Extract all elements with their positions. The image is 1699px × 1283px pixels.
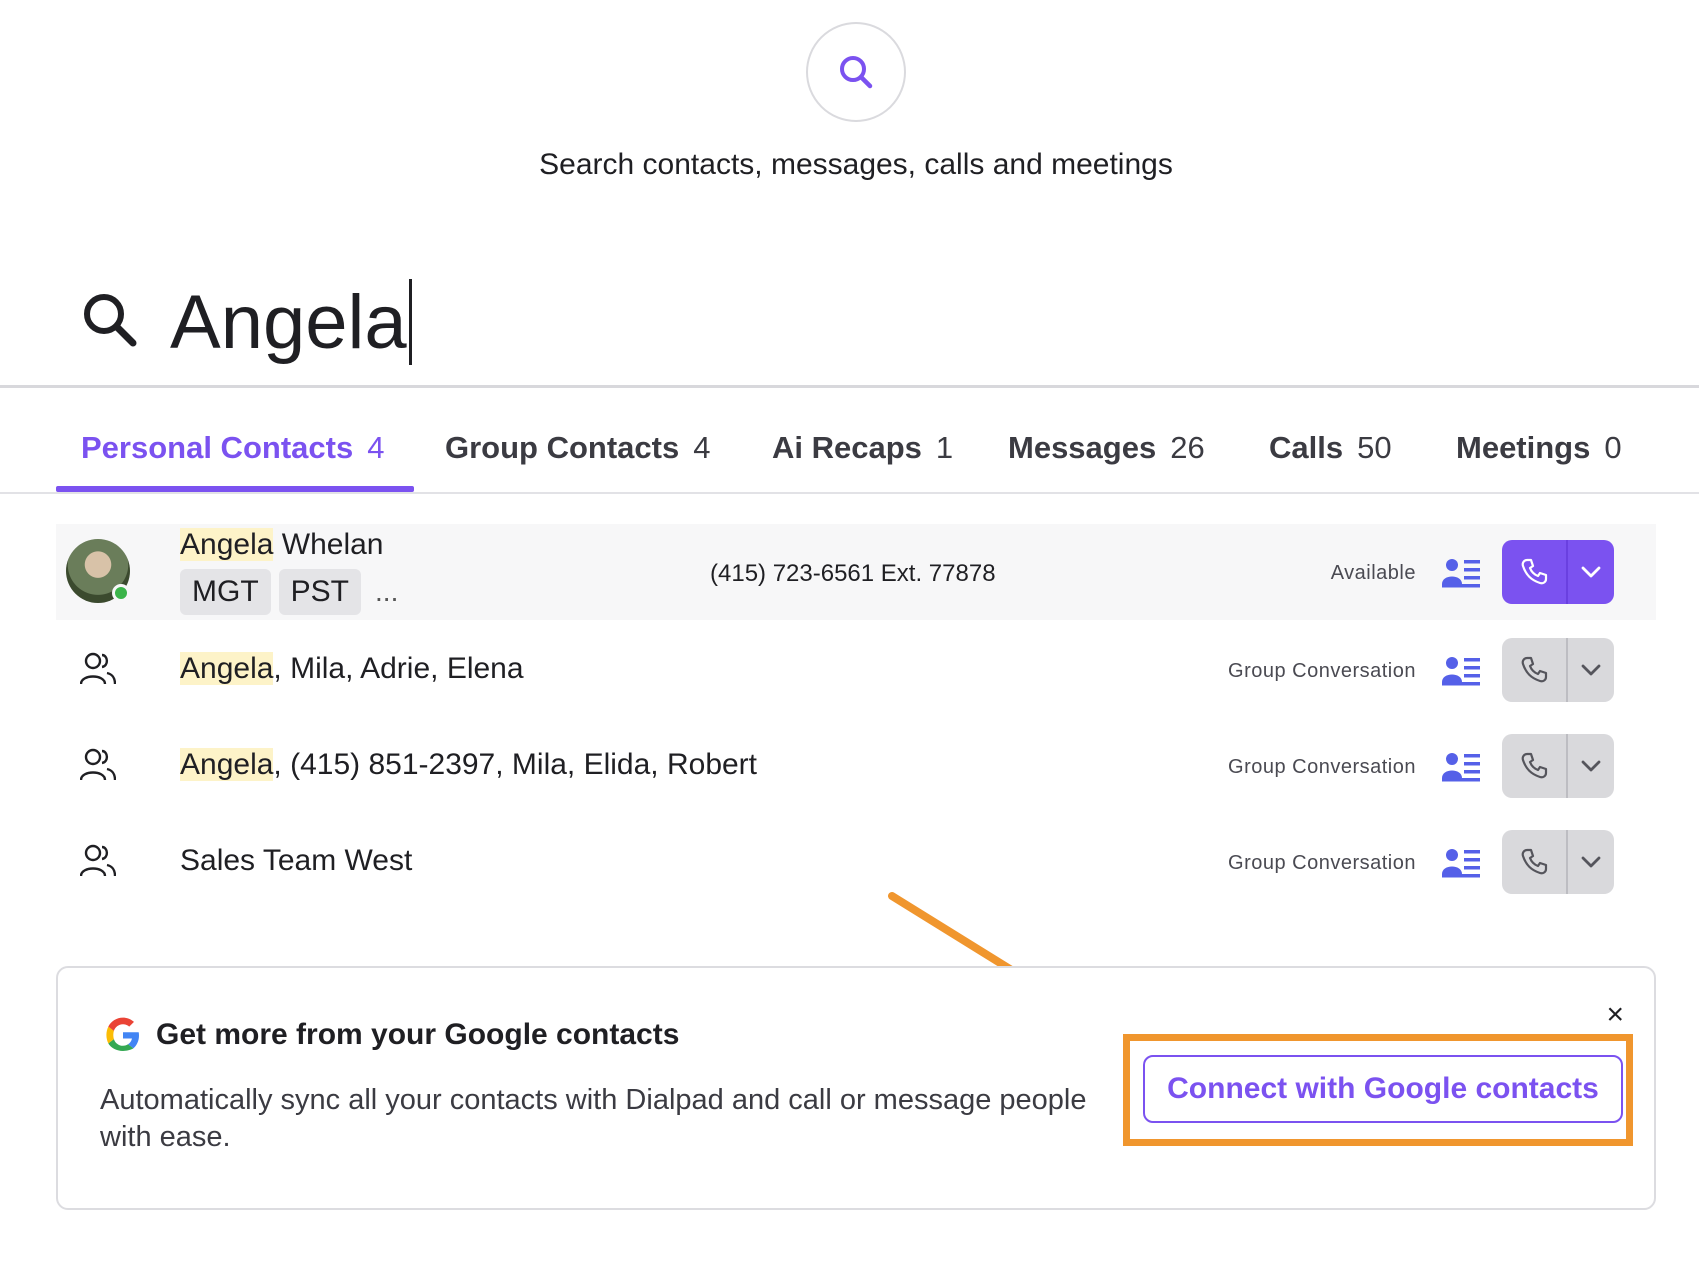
status-label: Group Conversation <box>1228 852 1416 874</box>
call-button[interactable] <box>1502 734 1566 798</box>
group-name: Angela, Mila, Adrie, Elena <box>180 652 524 686</box>
tab-count: 1 <box>935 430 954 465</box>
contact-row[interactable]: Angela Whelan MGT PST ... (415) 723-6561… <box>56 524 1656 620</box>
group-name: Sales Team West <box>180 844 412 878</box>
search-input[interactable]: Angela <box>170 272 1070 372</box>
tag-badge: PST <box>278 569 362 615</box>
tab-label: Messages <box>1008 430 1157 465</box>
contact-card-icon[interactable] <box>1442 654 1482 691</box>
group-icon <box>79 652 117 691</box>
tab-count: 4 <box>367 430 385 465</box>
tab-messages[interactable]: Messages 26 <box>1008 430 1205 466</box>
banner-description: Automatically sync all your contacts wit… <box>100 1084 1087 1153</box>
presence-available-dot <box>112 584 130 602</box>
close-icon[interactable]: × <box>1606 1000 1624 1030</box>
contact-name: Angela Whelan <box>180 528 383 562</box>
tab-count: 50 <box>1357 430 1392 465</box>
google-logo-icon <box>104 1016 142 1059</box>
search-input-value: Angela <box>170 279 407 365</box>
tab-group-contacts[interactable]: Group Contacts 4 <box>445 430 710 466</box>
status-label: Available <box>1330 562 1416 584</box>
contact-card-icon[interactable] <box>1442 556 1482 593</box>
group-icon <box>79 748 117 787</box>
tab-label: Calls <box>1269 430 1344 465</box>
connect-google-contacts-button[interactable]: Connect with Google contacts <box>1143 1055 1623 1123</box>
call-button[interactable] <box>1502 540 1566 604</box>
tab-count: 0 <box>1604 430 1622 465</box>
call-button-group <box>1502 830 1614 894</box>
call-button[interactable] <box>1502 830 1566 894</box>
phone-icon <box>1521 558 1548 585</box>
hero-subtitle: Search contacts, messages, calls and mee… <box>539 148 1173 181</box>
call-options-button[interactable] <box>1568 638 1614 702</box>
status-label: Group Conversation <box>1228 660 1416 682</box>
call-options-button[interactable] <box>1568 830 1614 894</box>
group-row[interactable]: Angela, Mila, Adrie, Elena Group Convers… <box>56 622 1656 718</box>
group-row[interactable]: Sales Team West Group Conversation <box>56 814 1656 910</box>
banner-title: Get more from your Google contacts <box>156 1018 680 1051</box>
tag-badge: MGT <box>180 569 271 615</box>
tab-label: Ai Recaps <box>772 430 922 465</box>
call-button-group <box>1502 734 1614 798</box>
match-highlight: Angela <box>180 652 274 685</box>
group-row[interactable]: Angela, (415) 851-2397, Mila, Elida, Rob… <box>56 718 1656 814</box>
tab-count: 26 <box>1170 430 1205 465</box>
status-label: Group Conversation <box>1228 756 1416 778</box>
call-options-button[interactable] <box>1568 734 1614 798</box>
group-name: Angela, (415) 851-2397, Mila, Elida, Rob… <box>180 748 757 782</box>
tab-count: 4 <box>693 430 711 465</box>
call-button-group <box>1502 540 1614 604</box>
tab-label: Group Contacts <box>445 430 680 465</box>
name-rest: Whelan <box>273 528 384 561</box>
phone-icon <box>1521 848 1548 875</box>
result-tabs: Personal Contacts 4 Group Contacts 4 Ai Re… <box>0 388 1699 494</box>
annotation-highlight-box: Connect with Google contacts <box>1123 1034 1633 1146</box>
tab-label: Personal Contacts <box>81 430 354 465</box>
contact-tags: MGT PST ... <box>180 569 398 615</box>
call-options-button[interactable] <box>1568 540 1614 604</box>
google-contacts-banner: Get more from your Google contacts Autom… <box>56 966 1656 1210</box>
name-rest: , Mila, Adrie, Elena <box>273 652 524 685</box>
search-icon <box>80 290 138 353</box>
contact-card-icon[interactable] <box>1442 846 1482 883</box>
chevron-down-icon <box>1581 566 1601 578</box>
phone-icon <box>1521 752 1548 779</box>
tab-calls[interactable]: Calls 50 <box>1269 430 1392 466</box>
active-tab-indicator <box>56 486 414 492</box>
chevron-down-icon <box>1581 664 1601 676</box>
tab-label: Meetings <box>1456 430 1591 465</box>
group-icon <box>79 844 117 883</box>
match-highlight: Angela <box>180 528 274 561</box>
tab-meetings[interactable]: Meetings 0 <box>1456 430 1622 466</box>
name-rest: , (415) 851-2397, Mila, Elida, Robert <box>273 748 758 781</box>
search-bar: Angela <box>0 260 1699 388</box>
tab-ai-recaps[interactable]: Ai Recaps 1 <box>772 430 953 466</box>
call-button-group <box>1502 638 1614 702</box>
tab-personal-contacts[interactable]: Personal Contacts 4 <box>81 430 384 466</box>
search-icon <box>840 56 873 89</box>
contact-card-icon[interactable] <box>1442 750 1482 787</box>
chevron-down-icon <box>1581 856 1601 868</box>
contact-phone: (415) 723-6561 Ext. 77878 <box>710 560 996 587</box>
call-button[interactable] <box>1502 638 1566 702</box>
name-rest: Sales Team West <box>180 844 413 877</box>
hero-search-icon <box>806 22 906 122</box>
search-hero: Search contacts, messages, calls and mee… <box>0 0 1699 230</box>
chevron-down-icon <box>1581 760 1601 772</box>
phone-icon <box>1521 656 1548 683</box>
text-caret <box>408 279 412 365</box>
tags-more[interactable]: ... <box>375 576 398 608</box>
match-highlight: Angela <box>180 748 274 781</box>
